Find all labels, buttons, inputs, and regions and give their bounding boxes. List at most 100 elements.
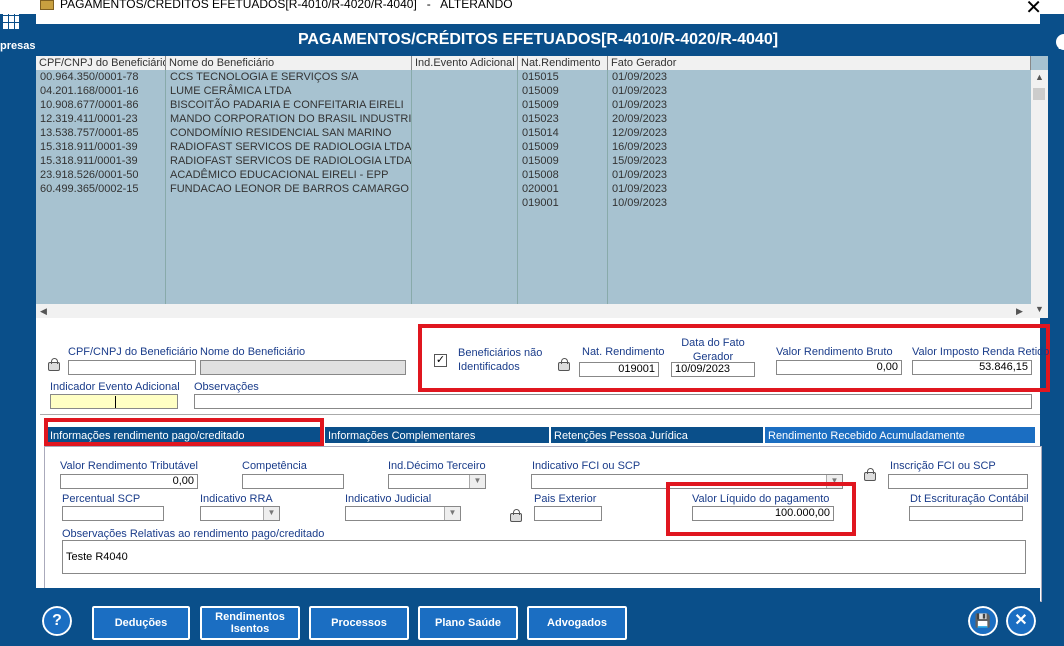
page-title: PAGAMENTOS/CRÉDITOS EFETUADOS[R-4010/R-4… — [36, 24, 1040, 56]
grid-cell-cpf[interactable]: 15.318.911/0001-39 — [36, 140, 165, 154]
grid-cell-cpf[interactable]: 13.538.757/0001-85 — [36, 126, 165, 140]
grid-cell-fato[interactable]: 01/09/2023 — [608, 98, 1031, 112]
scroll-left-icon[interactable]: ◀ — [40, 306, 47, 317]
grid-cell-nat[interactable]: 015009 — [518, 84, 607, 98]
scroll-right-icon[interactable]: ▶ — [1016, 306, 1023, 317]
grid-cell-cpf[interactable]: 10.908.677/0001-86 — [36, 98, 165, 112]
grid-cell-nome[interactable]: CCS TECNOLOGIA E SERVIÇOS S/A — [166, 70, 411, 84]
grid-cell-cpf[interactable]: 12.319.411/0001-23 — [36, 112, 165, 126]
deducoes-button[interactable]: Deduções — [91, 605, 191, 641]
column-cpf: 00.964.350/0001-78 04.201.168/0001-16 10.9… — [36, 70, 166, 304]
column-header-nome[interactable]: Nome do Beneficiário — [166, 56, 412, 70]
grid-cell-fato[interactable]: 12/09/2023 — [608, 126, 1031, 140]
grid-cell-ind[interactable] — [412, 140, 517, 154]
grid-cell-fato[interactable]: 01/09/2023 — [608, 84, 1031, 98]
grid-cell-ind[interactable] — [412, 84, 517, 98]
perc-scp-input[interactable] — [62, 506, 164, 521]
grid-cell-nat[interactable]: 015023 — [518, 112, 607, 126]
grid-cell-cpf[interactable]: 60.499.365/0002-15 — [36, 182, 165, 196]
dt-escrit-input[interactable] — [909, 506, 1023, 521]
grid-cell-nat[interactable]: 015009 — [518, 140, 607, 154]
save-icon[interactable]: 💾 — [967, 605, 999, 637]
grid-cell-nat[interactable]: 020001 — [518, 182, 607, 196]
grid-cell-ind[interactable] — [412, 168, 517, 182]
tab-retencoes-pj[interactable]: Retenções Pessoa Jurídica — [550, 426, 764, 444]
nome-input[interactable] — [200, 360, 406, 375]
grid-cell-cpf[interactable]: 04.201.168/0001-16 — [36, 84, 165, 98]
advogados-button[interactable]: Advogados — [526, 605, 628, 641]
grid-cell-cpf[interactable]: 23.918.526/0001-50 — [36, 168, 165, 182]
nat-rend-input[interactable]: 019001 — [579, 362, 659, 377]
ind-evento-input[interactable] — [50, 394, 178, 409]
grid-cell-nome[interactable]: FUNDACAO LEONOR DE BARROS CAMARGO — [166, 182, 411, 196]
grid-cell-nat[interactable]: 015014 — [518, 126, 607, 140]
grid-cell-nome[interactable] — [166, 196, 411, 210]
valor-trib-input[interactable]: 0,00 — [60, 474, 198, 489]
scroll-down-icon[interactable]: ▼ — [1035, 304, 1044, 314]
scroll-up-icon[interactable]: ▲ — [1035, 72, 1044, 82]
grid-cell-nome[interactable]: BISCOITÃO PADARIA E CONFEITARIA EIRELI — [166, 98, 411, 112]
tab-informacoes-complementares[interactable]: Informações Complementares — [324, 426, 550, 444]
grid-cell-ind[interactable] — [412, 70, 517, 84]
chevron-down-icon[interactable]: ▼ — [444, 507, 460, 520]
grid-cell-nat[interactable]: 015015 — [518, 70, 607, 84]
grid-cell-nome[interactable]: MANDO CORPORATION DO BRASIL INDUSTRIA E — [166, 112, 411, 126]
valor-bruto-input[interactable]: 0,00 — [776, 360, 902, 375]
data-fato-input[interactable]: 10/09/2023 — [671, 362, 755, 377]
plano-saude-button[interactable]: Plano Saúde — [417, 605, 519, 641]
grid-horizontal-scrollbar[interactable]: ◀ ▶ — [36, 304, 1031, 318]
grid-cell-ind[interactable] — [412, 182, 517, 196]
chevron-down-icon[interactable]: ▼ — [263, 507, 279, 520]
tab-rra[interactable]: Rendimento Recebido Acumuladamente — [764, 426, 1036, 444]
ind-decimo-select[interactable]: ▼ — [388, 474, 486, 489]
valor-ir-input[interactable]: 53.846,15 — [912, 360, 1032, 375]
column-header-ind-evento[interactable]: Ind.Evento Adicional — [412, 56, 518, 70]
grid-cell-ind[interactable] — [412, 196, 517, 210]
column-header-fato-gerador[interactable]: Fato Gerador — [608, 56, 1031, 70]
grid-cell-fato[interactable]: 10/09/2023 — [608, 196, 1031, 210]
grid-cell-ind[interactable] — [412, 126, 517, 140]
grid-cell-nome[interactable]: ACADÊMICO EDUCACIONAL EIRELI - EPP — [166, 168, 411, 182]
beneficiary-grid[interactable]: CPF/CNPJ do Beneficiário Nome do Benefic… — [36, 56, 1048, 318]
grid-cell-cpf[interactable]: 00.964.350/0001-78 — [36, 70, 165, 84]
grid-cell-fato[interactable]: 01/09/2023 — [608, 182, 1031, 196]
cpf-input[interactable] — [68, 360, 196, 375]
grid-cell-nat[interactable]: 015009 — [518, 98, 607, 112]
help-button[interactable]: ? — [41, 605, 73, 637]
grid-cell-ind[interactable] — [412, 154, 517, 168]
grid-cell-nome[interactable]: CONDOMÍNIO RESIDENCIAL SAN MARINO — [166, 126, 411, 140]
processos-button[interactable]: Processos — [308, 605, 410, 641]
ind-rra-select[interactable]: ▼ — [200, 506, 280, 521]
column-header-cpf[interactable]: CPF/CNPJ do Beneficiário — [36, 56, 166, 70]
grid-cell-nat[interactable]: 015008 — [518, 168, 607, 182]
grid-cell-cpf[interactable]: 15.318.911/0001-39 — [36, 154, 165, 168]
grid-cell-fato[interactable]: 01/09/2023 — [608, 70, 1031, 84]
grid-cell-nat[interactable]: 019001 — [518, 196, 607, 210]
grid-cell-nome[interactable]: RADIOFAST SERVICOS DE RADIOLOGIA LTDA ME — [166, 140, 411, 154]
close-icon[interactable]: ✕ — [1005, 605, 1037, 637]
scroll-thumb[interactable] — [1033, 88, 1045, 100]
ind-judicial-select[interactable]: ▼ — [345, 506, 461, 521]
grid-cell-cpf[interactable] — [36, 196, 165, 210]
valor-liq-input[interactable]: 100.000,00 — [692, 506, 834, 521]
grid-cell-nat[interactable]: 015009 — [518, 154, 607, 168]
grid-cell-nome[interactable]: LUME CERÂMICA LTDA — [166, 84, 411, 98]
benef-nao-ident-checkbox[interactable]: ✓ — [434, 354, 447, 367]
pais-input[interactable] — [534, 506, 602, 521]
obs-rel-textarea[interactable]: Teste R4040 — [62, 540, 1026, 574]
grid-cell-ind[interactable] — [412, 98, 517, 112]
grid-vertical-scrollbar[interactable]: ▲ ▼ — [1031, 70, 1048, 318]
chevron-down-icon[interactable]: ▼ — [469, 475, 485, 488]
competencia-input[interactable] — [242, 474, 344, 489]
insc-fci-input[interactable] — [888, 474, 1028, 489]
rendimentos-isentos-button[interactable]: Rendimentos Isentos — [199, 605, 301, 641]
grid-cell-fato[interactable]: 20/09/2023 — [608, 112, 1031, 126]
obs-input[interactable] — [194, 394, 1032, 409]
grid-cell-ind[interactable] — [412, 112, 517, 126]
column-header-nat-rend[interactable]: Nat.Rendimento — [518, 56, 608, 70]
grid-cell-nome[interactable]: RADIOFAST SERVICOS DE RADIOLOGIA LTDA ME — [166, 154, 411, 168]
grid-cell-fato[interactable]: 15/09/2023 — [608, 154, 1031, 168]
grid-cell-fato[interactable]: 16/09/2023 — [608, 140, 1031, 154]
grid-cell-fato[interactable]: 01/09/2023 — [608, 168, 1031, 182]
insc-fci-label: Inscrição FCI ou SCP — [890, 460, 996, 472]
